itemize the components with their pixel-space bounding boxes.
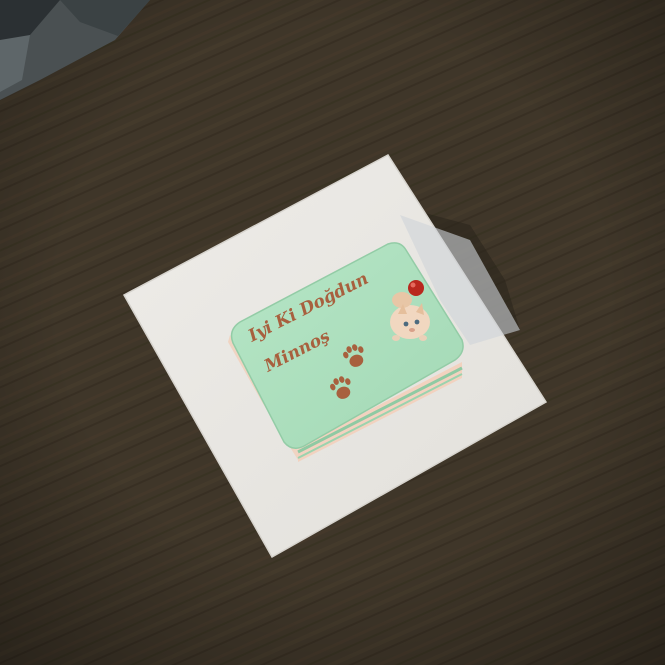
red-ball [408,280,424,296]
game-scene: Iyi Ki Doğdun Minnoş [0,0,665,665]
